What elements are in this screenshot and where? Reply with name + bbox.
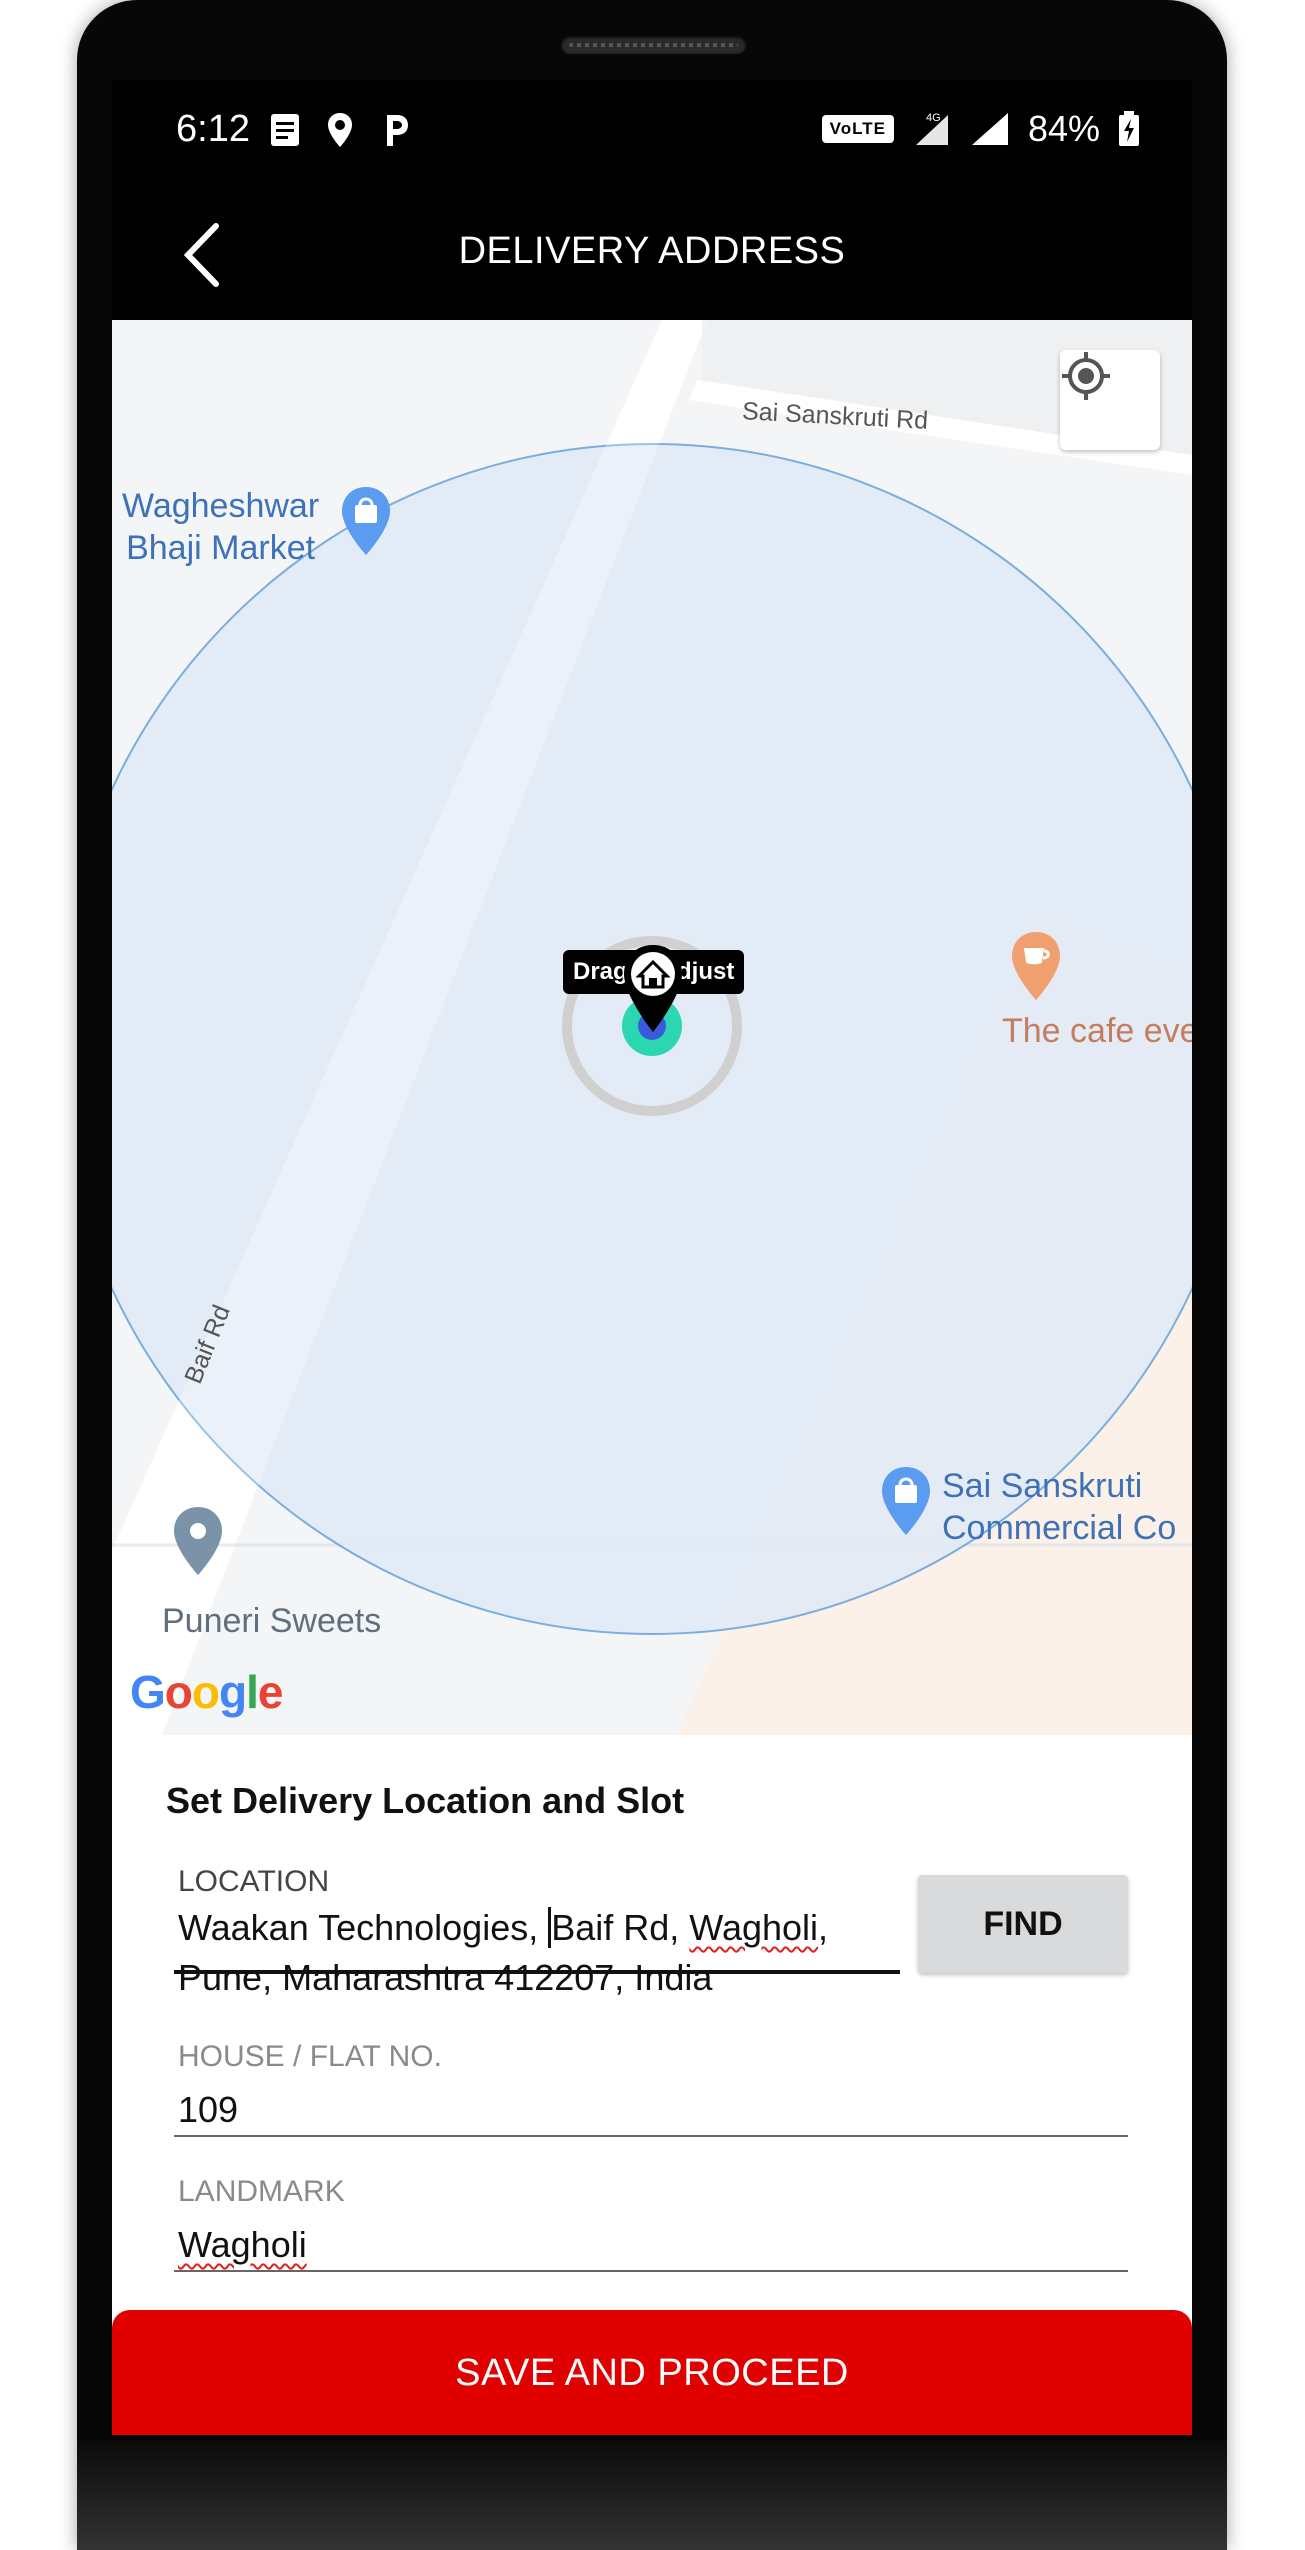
form-title: Set Delivery Location and Slot bbox=[166, 1780, 685, 1821]
phone-speaker bbox=[561, 36, 746, 54]
shopping-bag-pin-icon[interactable] bbox=[880, 1465, 932, 1537]
home-marker-icon[interactable] bbox=[620, 942, 686, 1036]
location-line-1: Waakan Technologies, Baif Rd, Wagholi, bbox=[178, 1907, 829, 1948]
volte-badge: VoLTE bbox=[821, 115, 894, 143]
status-time: 6:12 bbox=[176, 108, 250, 150]
house-input[interactable]: 109 bbox=[178, 2085, 238, 2135]
page-title: DELIVERY ADDRESS bbox=[458, 230, 846, 272]
house-label: HOUSE / FLAT NO. bbox=[178, 2040, 442, 2073]
status-right: VoLTE 4G 84% bbox=[821, 108, 1140, 150]
location-label: LOCATION bbox=[178, 1865, 330, 1898]
landmark-input[interactable]: Wagholi bbox=[178, 2220, 307, 2270]
find-button[interactable]: FIND bbox=[918, 1875, 1128, 1973]
landmark-label: LANDMARK bbox=[178, 2175, 345, 2208]
map-pin-icon[interactable] bbox=[172, 1505, 224, 1577]
top-app-bar: DELIVERY ADDRESS bbox=[112, 190, 1192, 320]
screen: 6:12 VoLTE 4G 84% DELIVERY ADDRESS Sai S… bbox=[112, 80, 1192, 2435]
map-view[interactable]: Sai Sanskruti Rd Baif Rd Wagheshwar Bhaj… bbox=[112, 320, 1192, 1735]
signal-strength-icon bbox=[971, 113, 1008, 145]
battery-charging-icon bbox=[1119, 111, 1139, 146]
poi-cafe-label[interactable]: The cafe eve bbox=[1002, 1010, 1192, 1052]
battery-percent: 84% bbox=[1027, 108, 1100, 149]
document-icon bbox=[271, 114, 299, 146]
house-underline bbox=[174, 2135, 1128, 2137]
location-underline bbox=[174, 1970, 900, 1974]
poi-sai-sanskruti-commercial-label[interactable]: Sai Sanskruti Commercial Co bbox=[942, 1465, 1176, 1549]
landmark-underline bbox=[174, 2270, 1128, 2272]
cafe-pin-icon[interactable] bbox=[1010, 930, 1062, 1002]
parking-icon bbox=[387, 115, 408, 146]
phone-bezel-bottom bbox=[77, 2440, 1227, 2550]
save-and-proceed-button[interactable]: SAVE AND PROCEED bbox=[112, 2310, 1192, 2435]
svg-text:4G: 4G bbox=[926, 112, 941, 124]
location-input[interactable]: Waakan Technologies, Baif Rd, Wagholi, P… bbox=[178, 1903, 878, 2003]
status-bar: 6:12 VoLTE 4G 84% bbox=[112, 80, 1192, 190]
poi-puneri-sweets-label[interactable]: Puneri Sweets bbox=[162, 1600, 381, 1642]
crosshair-icon bbox=[1062, 352, 1110, 400]
signal-4g-icon: 4G bbox=[915, 112, 948, 145]
poi-wagheshwar-label[interactable]: Wagheshwar Bhaji Market bbox=[122, 485, 319, 569]
my-location-button[interactable] bbox=[1060, 350, 1160, 450]
google-logo: Google bbox=[130, 1666, 283, 1718]
shopping-bag-pin-icon[interactable] bbox=[340, 485, 392, 557]
location-line-2: Pune, Maharashtra 412207, India bbox=[178, 1957, 713, 1998]
location-pin-icon bbox=[328, 113, 352, 147]
